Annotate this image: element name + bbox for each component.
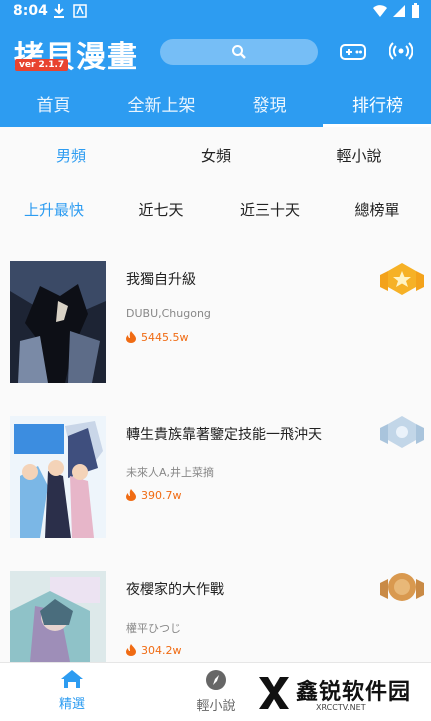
nav-featured[interactable]: 精選 <box>32 669 112 712</box>
filter-male[interactable]: 男頻 <box>21 145 121 166</box>
bronze-medal-icon <box>380 573 424 601</box>
comic-cover-image <box>10 416 106 538</box>
nav-light-novel[interactable]: 輕小說 <box>176 669 256 714</box>
period-filter-row: 上升最快 近七天 近三十天 總榜單 <box>0 199 431 239</box>
heat-value: 304.2w <box>141 644 182 657</box>
comic-author: DUBU,Chugong <box>126 307 211 320</box>
heat-count: 304.2w <box>126 644 182 657</box>
tab-home[interactable]: 首頁 <box>0 91 107 116</box>
battery-icon <box>412 3 419 18</box>
wifi-icon <box>373 5 387 17</box>
tab-discover[interactable]: 發現 <box>216 91 323 116</box>
gold-medal-icon <box>380 263 424 295</box>
filter-fastest-rising[interactable]: 上升最快 <box>4 199 104 220</box>
filter-seven-days[interactable]: 近七天 <box>111 199 211 220</box>
heat-count: 390.7w <box>126 489 182 502</box>
tab-new-arrivals[interactable]: 全新上架 <box>108 91 215 116</box>
watermark-logo-icon <box>259 677 289 709</box>
app-header: 8:04 拷貝漫畫 ver 2.1.7 首頁 全新上架 發現 排行榜 <box>0 0 431 127</box>
filter-thirty-days[interactable]: 近三十天 <box>220 199 320 220</box>
comic-cover-image <box>10 261 106 383</box>
filter-overall[interactable]: 總榜單 <box>327 199 427 220</box>
download-icon <box>54 4 64 18</box>
comic-author: 權平ひつじ <box>126 622 181 635</box>
gamepad-icon[interactable] <box>340 42 366 62</box>
filter-female[interactable]: 女頻 <box>166 145 266 166</box>
comic-title: 我獨自升級 <box>126 272 196 288</box>
heat-count: 5445.5w <box>126 331 189 344</box>
tab-rankings[interactable]: 排行榜 <box>324 91 431 116</box>
nav-featured-label: 精選 <box>58 697 85 712</box>
signal-icon <box>393 5 405 17</box>
comic-title: 轉生貴族靠著鑒定技能一飛沖天 <box>126 427 322 443</box>
watermark: 鑫锐软件园 XRCCTV.NET <box>250 666 431 720</box>
search-icon <box>232 45 246 59</box>
heat-value: 5445.5w <box>141 331 189 344</box>
broadcast-icon[interactable] <box>389 39 413 63</box>
app-bar: 拷貝漫畫 ver 2.1.7 <box>0 25 431 83</box>
flame-icon <box>126 644 136 656</box>
main-tabs: 首頁 全新上架 發現 排行榜 <box>0 83 431 127</box>
status-time: 8:04 <box>13 3 48 19</box>
watermark-text: 鑫锐软件园 <box>296 680 412 705</box>
app-notification-icon <box>73 4 87 18</box>
ranking-content: 男頻 女頻 輕小說 上升最快 近七天 近三十天 總榜單 我獨自升級 DUBU,C… <box>0 127 431 662</box>
flame-icon <box>126 331 136 343</box>
ranking-item[interactable]: 轉生貴族靠著鑒定技能一飛沖天 未來人A,井上菜摘 390.7w <box>0 416 431 546</box>
status-bar: 8:04 <box>0 0 431 25</box>
ranking-item[interactable]: 我獨自升級 DUBU,Chugong 5445.5w <box>0 261 431 391</box>
search-bar[interactable] <box>160 39 318 65</box>
comic-author: 未來人A,井上菜摘 <box>126 466 215 479</box>
gender-filter-row: 男頻 女頻 輕小說 <box>0 145 431 185</box>
home-icon <box>61 670 83 688</box>
silver-medal-icon <box>380 416 424 448</box>
nav-light-novel-label: 輕小說 <box>196 699 236 714</box>
app-version-badge: ver 2.1.7 <box>15 59 69 71</box>
filter-light-novel[interactable]: 輕小說 <box>309 145 409 166</box>
heat-value: 390.7w <box>141 489 182 502</box>
flame-icon <box>126 489 136 501</box>
compass-icon <box>206 670 226 690</box>
comic-title: 夜櫻家的大作戰 <box>126 582 224 598</box>
watermark-subtext: XRCCTV.NET <box>316 703 366 712</box>
